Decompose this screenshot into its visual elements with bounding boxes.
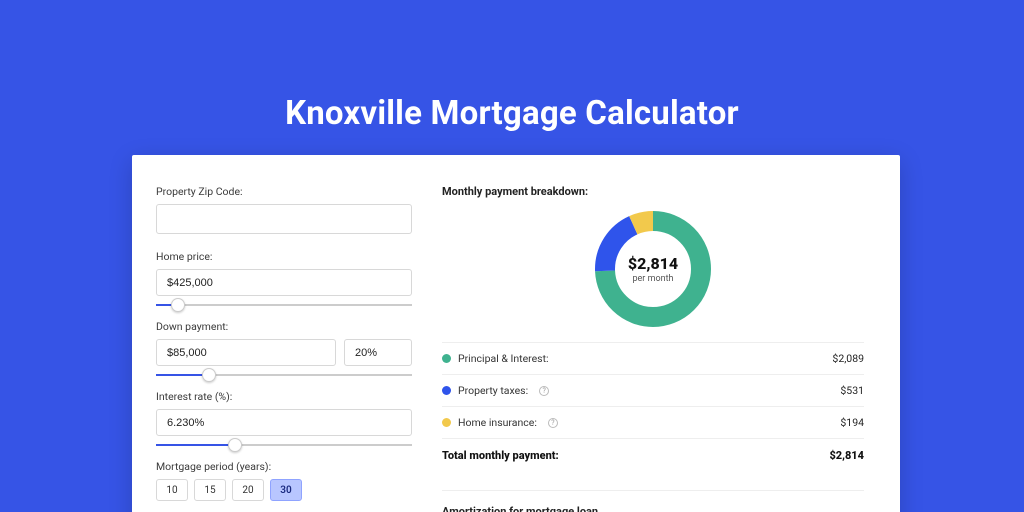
input-panel: Property Zip Code: Home price: Down paym…: [156, 185, 412, 512]
total-label: Total monthly payment:: [442, 449, 559, 462]
down-payment-slider[interactable]: [156, 374, 412, 376]
down-payment-input[interactable]: [156, 339, 336, 366]
donut-amount: $2,814: [628, 254, 678, 273]
zip-input[interactable]: [156, 204, 412, 234]
legend-label: Principal & Interest:: [458, 352, 549, 365]
period-label: Mortgage period (years):: [156, 460, 412, 473]
donut-sub: per month: [632, 274, 673, 284]
period-btn-15[interactable]: 15: [194, 479, 226, 501]
legend-label: Home insurance:: [458, 416, 537, 429]
legend-row-principal: Principal & Interest: $2,089: [442, 342, 864, 374]
slider-thumb-icon[interactable]: [228, 438, 242, 452]
page-title: Knoxville Mortgage Calculator: [0, 94, 1024, 133]
slider-thumb-icon[interactable]: [202, 368, 216, 382]
interest-rate-slider[interactable]: [156, 444, 412, 446]
amort-title: Amortization for mortgage loan: [442, 505, 864, 512]
period-btn-10[interactable]: 10: [156, 479, 188, 501]
interest-rate-label: Interest rate (%):: [156, 390, 412, 403]
down-payment-label: Down payment:: [156, 320, 412, 333]
info-icon[interactable]: ?: [539, 386, 549, 396]
breakdown-title: Monthly payment breakdown:: [442, 185, 864, 198]
down-payment-pct-input[interactable]: [344, 339, 412, 366]
dot-icon: [442, 418, 451, 427]
breakdown-panel: Monthly payment breakdown: $2,814 per mo…: [412, 185, 864, 512]
slider-thumb-icon[interactable]: [171, 298, 185, 312]
dot-icon: [442, 354, 451, 363]
legend-value: $2,089: [832, 352, 864, 365]
zip-label: Property Zip Code:: [156, 185, 412, 198]
period-btn-30[interactable]: 30: [270, 479, 302, 501]
home-price-input[interactable]: [156, 269, 412, 296]
info-icon[interactable]: ?: [548, 418, 558, 428]
dot-icon: [442, 386, 451, 395]
legend-value: $194: [840, 416, 864, 429]
home-price-label: Home price:: [156, 250, 412, 263]
amortization-section: Amortization for mortgage loan Amortizat…: [442, 490, 864, 512]
period-btn-20[interactable]: 20: [232, 479, 264, 501]
legend-row-insurance: Home insurance: ? $194: [442, 406, 864, 438]
legend-value: $531: [840, 384, 864, 397]
total-value: $2,814: [829, 449, 864, 462]
legend-row-taxes: Property taxes: ? $531: [442, 374, 864, 406]
period-options: 10 15 20 30: [156, 479, 412, 501]
legend-label: Property taxes:: [458, 384, 528, 397]
legend-row-total: Total monthly payment: $2,814: [442, 438, 864, 472]
calculator-card: Property Zip Code: Home price: Down paym…: [132, 155, 900, 512]
interest-rate-input[interactable]: [156, 409, 412, 436]
payment-donut-chart: $2,814 per month: [594, 210, 712, 328]
home-price-slider[interactable]: [156, 304, 412, 306]
